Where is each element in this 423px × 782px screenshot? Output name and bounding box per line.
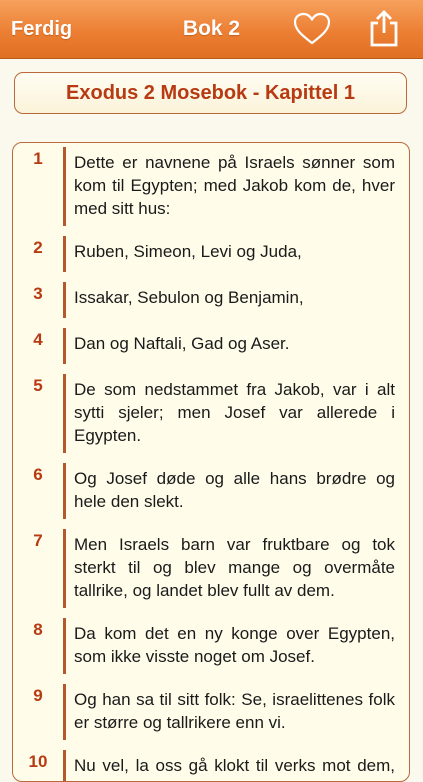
verse-row[interactable]: 3 Issakar, Sebulon og Benjamin, — [13, 282, 409, 318]
verse-text: Dan og Naftali, Gad og Aser. — [63, 328, 409, 364]
verse-row[interactable]: 5 De som nedstammet fra Jakob, var i alt … — [13, 374, 409, 453]
verse-text: Og han sa til sitt folk: Se, israelitten… — [63, 684, 409, 740]
verse-text: De som nedstammet fra Jakob, var i alt s… — [63, 374, 409, 453]
verse-text: Nu vel, la oss gå klokt til verks mot de… — [63, 750, 409, 781]
verse-number: 3 — [33, 284, 43, 303]
verse-row[interactable]: 8 Da kom det en ny konge over Egypten, so… — [13, 618, 409, 674]
share-icon[interactable] — [368, 9, 400, 47]
chapter-title: Exodus 2 Mosebok - Kapittel 1 — [66, 81, 355, 104]
verse-number: 7 — [33, 531, 43, 550]
verse-text: Og Josef døde og alle hans brødre og hel… — [63, 463, 409, 519]
verse-number: 6 — [33, 465, 43, 484]
verse-row[interactable]: 10 Nu vel, la oss gå klokt til verks mot … — [13, 750, 409, 781]
verse-row[interactable]: 1 Dette er navnene på Israels sønner som … — [13, 147, 409, 226]
heart-outline-icon[interactable] — [293, 12, 331, 46]
verse-row[interactable]: 2 Ruben, Simeon, Levi og Juda, — [13, 236, 409, 272]
navigation-bar: Ferdig Bok 2 — [0, 0, 423, 59]
verse-text: Ruben, Simeon, Levi og Juda, — [63, 236, 409, 272]
verse-row[interactable]: 9 Og han sa til sitt folk: Se, israelitte… — [13, 684, 409, 740]
verse-number: 2 — [33, 238, 43, 257]
verse-number: 5 — [33, 376, 43, 395]
verse-number: 9 — [33, 686, 43, 705]
chapter-header: Exodus 2 Mosebok - Kapittel 1 — [14, 72, 407, 114]
verse-text: Men Israels barn var fruktbare og tok st… — [63, 529, 409, 608]
verse-row[interactable]: 7 Men Israels barn var fruktbare og tok s… — [13, 529, 409, 608]
verse-list[interactable]: 1 Dette er navnene på Israels sønner som … — [12, 142, 410, 782]
verse-text: Issakar, Sebulon og Benjamin, — [63, 282, 409, 318]
verse-text: Dette er navnene på Israels sønner som k… — [63, 147, 409, 226]
verse-row[interactable]: 6 Og Josef døde og alle hans brødre og he… — [13, 463, 409, 519]
verse-text: Da kom det en ny konge over Egypten, som… — [63, 618, 409, 674]
verse-number: 8 — [33, 620, 43, 639]
verse-row[interactable]: 4 Dan og Naftali, Gad og Aser. — [13, 328, 409, 364]
verse-number: 1 — [33, 149, 43, 168]
verse-number: 4 — [33, 330, 43, 349]
done-button[interactable]: Ferdig — [11, 18, 72, 41]
verse-number: 10 — [28, 752, 48, 771]
